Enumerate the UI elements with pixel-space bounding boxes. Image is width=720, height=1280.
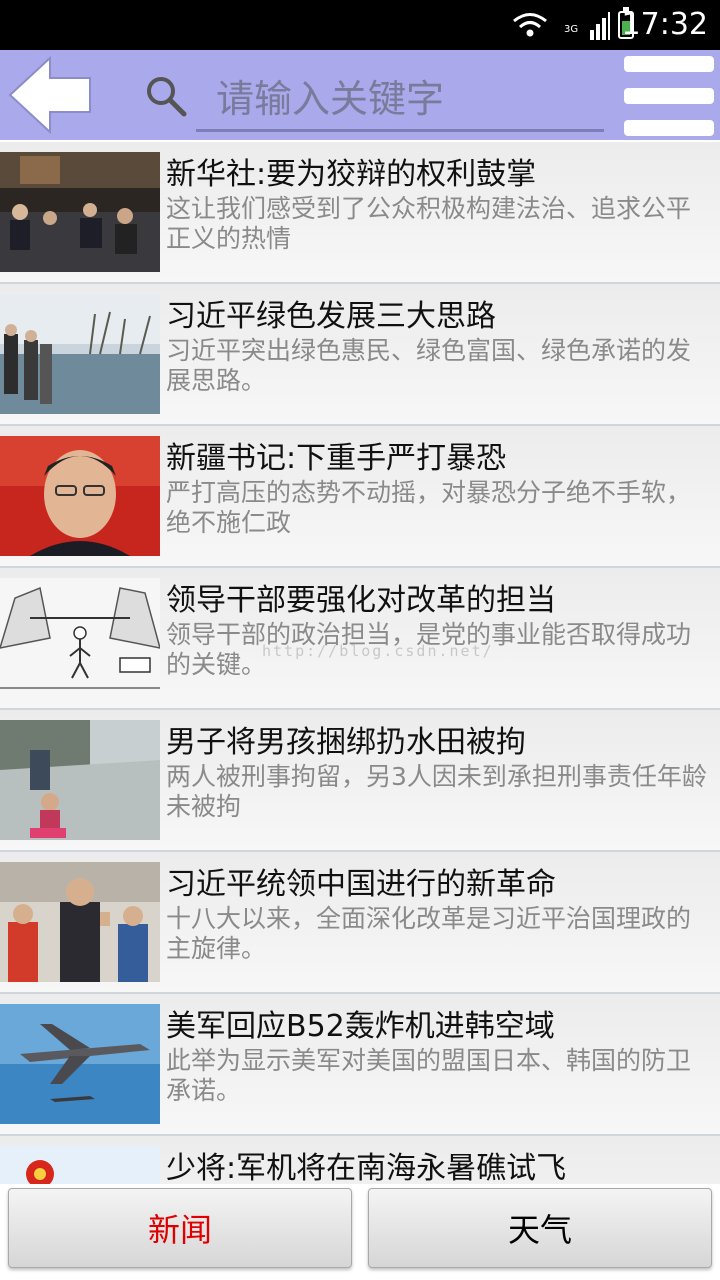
news-title: 少将:军机将在南海永暑礁试飞 (166, 1151, 567, 1184)
news-thumbnail (0, 862, 160, 982)
news-thumbnail (0, 1004, 160, 1124)
news-list[interactable]: 新华社:要为狡辩的权利鼓掌 这让我们感受到了公众积极构建法治、追求公平正义的热情… (0, 142, 720, 1184)
news-item[interactable]: 少将:军机将在南海永暑礁试飞 (0, 1136, 720, 1184)
news-title: 习近平绿色发展三大思路 (166, 299, 496, 334)
watermark: http://blog.csdn.net/ (262, 642, 494, 660)
search-input[interactable] (214, 72, 598, 126)
news-summary: 习近平突出绿色惠民、绿色富国、绿色承诺的发展思路。 (166, 336, 692, 395)
news-thumbnail (0, 720, 160, 840)
news-thumbnail (0, 152, 160, 272)
news-title: 新华社:要为狡辩的权利鼓掌 (166, 157, 537, 192)
signal-icon (590, 12, 610, 40)
news-thumbnail (0, 294, 160, 414)
news-title: 领导干部要强化对改革的担当 (166, 583, 556, 618)
back-arrow-icon[interactable] (6, 56, 94, 134)
news-summary: 这让我们感受到了公众积极构建法治、追求公平正义的热情 (166, 194, 692, 253)
news-item[interactable]: 新疆书记:下重手严打暴恐 严打高压的态势不动摇，对暴恐分子绝不手软，绝不施仁政 (0, 426, 720, 568)
weather-tab-button[interactable]: 天气 (368, 1188, 712, 1268)
news-summary: 十八大以来，全面深化改革是习近平治国理政的主旋律。 (166, 904, 692, 963)
news-item[interactable]: 习近平统领中国进行的新革命 十八大以来，全面深化改革是习近平治国理政的主旋律。 (0, 852, 720, 994)
news-item[interactable]: 新华社:要为狡辩的权利鼓掌 这让我们感受到了公众积极构建法治、追求公平正义的热情 (0, 142, 720, 284)
news-item[interactable]: 习近平绿色发展三大思路 习近平突出绿色惠民、绿色富国、绿色承诺的发展思路。 (0, 284, 720, 426)
wifi-icon (513, 13, 547, 37)
news-title: 男子将男孩捆绑扔水田被拘 (166, 725, 526, 760)
search-icon[interactable] (144, 74, 188, 118)
news-summary: 此举为显示美军对美国的盟国日本、韩国的防卫承诺。 (166, 1046, 692, 1105)
news-title: 新疆书记:下重手严打暴恐 (166, 441, 507, 476)
search-field[interactable] (196, 64, 604, 132)
news-item[interactable]: 领导干部要强化对改革的担当 领导干部的政治担当，是党的事业能否取得成功的关键。 (0, 568, 720, 710)
status-time: 17:32 (621, 7, 708, 42)
bottom-bar: 新闻 天气 (0, 1184, 720, 1280)
status-bar: 3G 17:32 (0, 0, 720, 50)
news-thumbnail (0, 1146, 160, 1184)
menu-icon[interactable] (624, 56, 716, 138)
news-title: 美军回应B52轰炸机进韩空域 (166, 1009, 555, 1044)
news-item[interactable]: 男子将男孩捆绑扔水田被拘 两人被刑事拘留，另3人因未到承担刑事责任年龄未被拘 (0, 710, 720, 852)
news-item[interactable]: 美军回应B52轰炸机进韩空域 此举为显示美军对美国的盟国日本、韩国的防卫承诺。 (0, 994, 720, 1136)
news-tab-button[interactable]: 新闻 (8, 1188, 352, 1268)
news-title: 习近平统领中国进行的新革命 (166, 867, 556, 902)
news-summary: 严打高压的态势不动摇，对暴恐分子绝不手软，绝不施仁政 (166, 478, 692, 537)
news-summary: 两人被刑事拘留，另3人因未到承担刑事责任年龄未被拘 (166, 762, 707, 821)
news-thumbnail (0, 436, 160, 556)
news-thumbnail (0, 578, 160, 698)
